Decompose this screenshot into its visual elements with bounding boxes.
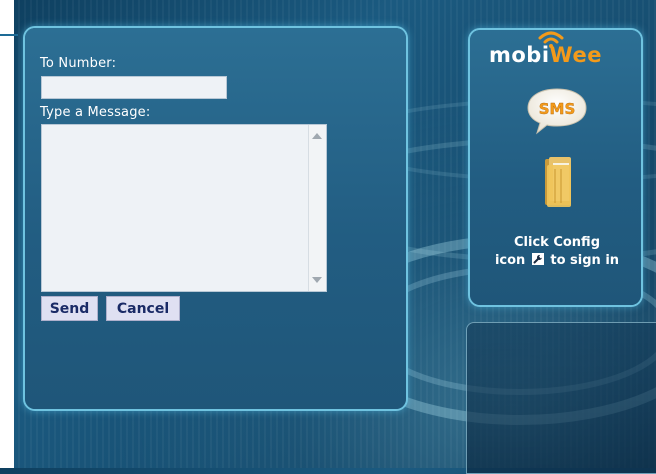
- wrench-icon: [531, 253, 544, 265]
- config-instructions: Click Config icon to sign in: [478, 234, 636, 270]
- cancel-button[interactable]: Cancel: [106, 296, 180, 321]
- logo-mobi-text: mobi: [489, 43, 550, 67]
- mobiwee-logo: mobiWee: [489, 43, 625, 79]
- sms-icon-label: SMS: [539, 100, 576, 118]
- window-frame-left: [0, 0, 14, 468]
- scroll-down-icon[interactable]: [312, 277, 322, 283]
- config-line-1: Click Config: [514, 235, 600, 250]
- folder-icon[interactable]: [541, 155, 577, 209]
- window-frame-line: [0, 34, 18, 36]
- config-line-2a: icon: [494, 253, 526, 268]
- scroll-up-icon[interactable]: [312, 133, 322, 139]
- message-label: Type a Message:: [40, 105, 151, 120]
- config-line-2b: to sign in: [550, 253, 620, 268]
- message-scrollbar[interactable]: [308, 125, 326, 291]
- config-line-2: icon to sign in: [478, 252, 636, 270]
- logo-wee-text: Wee: [549, 43, 602, 67]
- to-number-input[interactable]: [41, 76, 227, 99]
- message-textarea[interactable]: [41, 124, 327, 292]
- lower-right-panel: [466, 322, 656, 474]
- sms-bubble-icon[interactable]: SMS: [525, 86, 589, 136]
- to-number-label: To Number:: [40, 56, 117, 71]
- send-button[interactable]: Send: [41, 296, 98, 321]
